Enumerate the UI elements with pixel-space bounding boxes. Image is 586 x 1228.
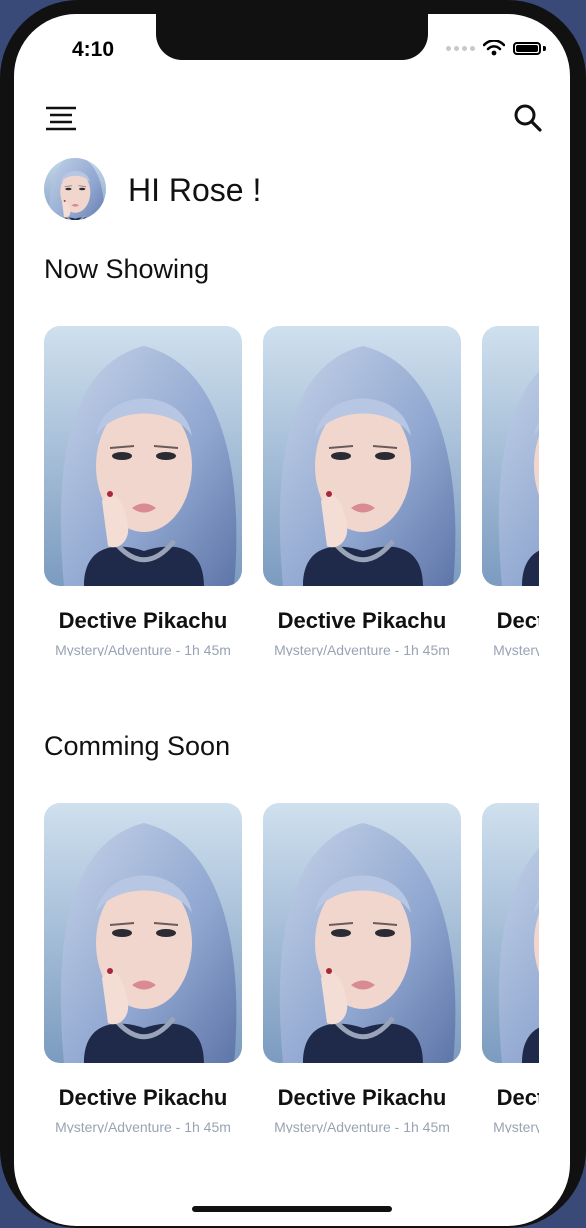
signal-icon bbox=[446, 45, 475, 51]
movie-meta: Mystery/Adventure - 1h 45m bbox=[55, 1119, 231, 1133]
movie-meta: Mystery/Adventure - 1h 45m bbox=[493, 642, 539, 656]
device-frame: 4:10 HI Rose ! Now Showing Dective Pikac… bbox=[0, 0, 586, 1228]
device-notch bbox=[156, 14, 428, 60]
status-indicators bbox=[446, 40, 546, 56]
movie-card[interactable]: Dective Pikachu Mystery/Adventure - 1h 4… bbox=[263, 326, 461, 656]
movie-title: Dective Pikachu bbox=[277, 608, 447, 633]
wifi-icon bbox=[483, 40, 505, 56]
movie-card[interactable]: Dective Pikachu Mystery/Adventure - 1h 4… bbox=[44, 803, 242, 1133]
movie-card[interactable]: Dective Pikachu Mystery/Adventure - 1h 4… bbox=[263, 803, 461, 1133]
movie-meta: Mystery/Adventure - 1h 45m bbox=[274, 642, 450, 656]
movie-meta: Mystery/Adventure - 1h 45m bbox=[274, 1119, 450, 1133]
movie-poster[interactable] bbox=[263, 326, 461, 586]
movie-card[interactable]: Dective Pikachu Mystery/Adventure - 1h 4… bbox=[44, 326, 242, 656]
hamburger-menu-icon[interactable] bbox=[44, 104, 78, 134]
search-icon[interactable] bbox=[512, 102, 544, 134]
user-avatar[interactable] bbox=[44, 158, 106, 220]
movie-card[interactable]: Dective Pikachu Mystery/Adventure - 1h 4… bbox=[482, 326, 539, 656]
movie-title: Dective Pikachu bbox=[277, 1085, 447, 1110]
coming-soon-carousel[interactable]: Dective Pikachu Mystery/Adventure - 1h 4… bbox=[44, 803, 539, 1133]
greeting-text: HI Rose ! bbox=[128, 172, 262, 208]
movie-poster[interactable] bbox=[482, 803, 539, 1063]
movie-title: Dective Pikachu bbox=[496, 1085, 539, 1110]
now-showing-carousel[interactable]: Dective Pikachu Mystery/Adventure - 1h 4… bbox=[44, 326, 539, 656]
movie-card[interactable]: Dective Pikachu Mystery/Adventure - 1h 4… bbox=[482, 803, 539, 1133]
movie-title: Dective Pikachu bbox=[58, 608, 228, 633]
movie-poster[interactable] bbox=[44, 326, 242, 586]
movie-title: Dective Pikachu bbox=[58, 1085, 228, 1110]
movie-poster[interactable] bbox=[482, 326, 539, 586]
status-time: 4:10 bbox=[72, 38, 115, 61]
battery-tip bbox=[543, 45, 546, 51]
movie-poster[interactable] bbox=[44, 803, 242, 1063]
coming-soon-title: Comming Soon bbox=[44, 731, 231, 761]
movie-meta: Mystery/Adventure - 1h 45m bbox=[493, 1119, 539, 1133]
home-indicator[interactable] bbox=[192, 1206, 392, 1212]
movie-meta: Mystery/Adventure - 1h 45m bbox=[55, 642, 231, 656]
app-screen: 4:10 HI Rose ! Now Showing Dective Pikac… bbox=[14, 14, 570, 1226]
battery-icon bbox=[513, 41, 541, 55]
movie-title: Dective Pikachu bbox=[496, 608, 539, 633]
now-showing-title: Now Showing bbox=[44, 254, 210, 284]
movie-poster[interactable] bbox=[263, 803, 461, 1063]
